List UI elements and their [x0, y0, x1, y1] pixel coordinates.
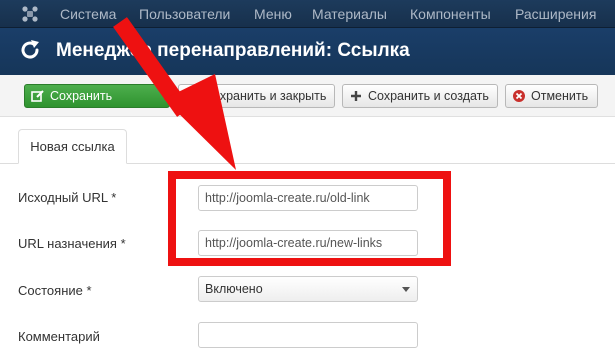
- cancel-button-label: Отменить: [531, 89, 589, 103]
- menu-extensions[interactable]: Расширения: [515, 6, 596, 22]
- save-button-label: Сохранить: [50, 89, 113, 103]
- menu-system[interactable]: Система: [60, 6, 116, 22]
- highlight-box: [168, 171, 451, 266]
- save-new-button-label: Сохранить и создать: [368, 89, 489, 103]
- comment-field[interactable]: [198, 322, 418, 348]
- menu-components[interactable]: Компоненты: [410, 6, 491, 22]
- joomla-logo-icon[interactable]: [21, 5, 39, 23]
- chevron-down-icon: [402, 287, 410, 292]
- tab-new-link[interactable]: Новая ссылка: [18, 129, 127, 164]
- title-bar: Менеджер перенаправлений: Ссылка: [0, 28, 615, 75]
- status-label: Состояние *: [18, 283, 92, 298]
- menu-users[interactable]: Пользователи: [139, 6, 230, 22]
- dest-url-label: URL назначения *: [18, 236, 126, 251]
- top-menu-bar: Система Пользователи Меню Материалы Комп…: [0, 0, 615, 28]
- status-select-value: Включено: [205, 282, 263, 296]
- plus-icon: [351, 91, 361, 101]
- status-select[interactable]: Включено: [198, 276, 418, 302]
- refresh-icon: [21, 40, 39, 59]
- cancel-button[interactable]: Отменить: [505, 84, 598, 108]
- cancel-icon: [513, 90, 525, 102]
- save-button[interactable]: Сохранить: [24, 84, 170, 108]
- save-close-button-label: Сохранить и закрыть: [204, 89, 327, 103]
- comment-label: Комментарий: [18, 329, 100, 344]
- save-new-button[interactable]: Сохранить и создать: [342, 84, 498, 108]
- menu-content[interactable]: Материалы: [312, 6, 387, 22]
- menu-menus[interactable]: Меню: [254, 6, 292, 22]
- source-url-label: Исходный URL *: [18, 190, 117, 205]
- edit-icon: [31, 90, 44, 102]
- toolbar: Сохранить Сохранить и закрыть Сохранить …: [0, 75, 615, 117]
- save-close-button[interactable]: Сохранить и закрыть: [178, 84, 335, 108]
- check-icon: [186, 91, 198, 102]
- page-title: Менеджер перенаправлений: Ссылка: [56, 40, 410, 61]
